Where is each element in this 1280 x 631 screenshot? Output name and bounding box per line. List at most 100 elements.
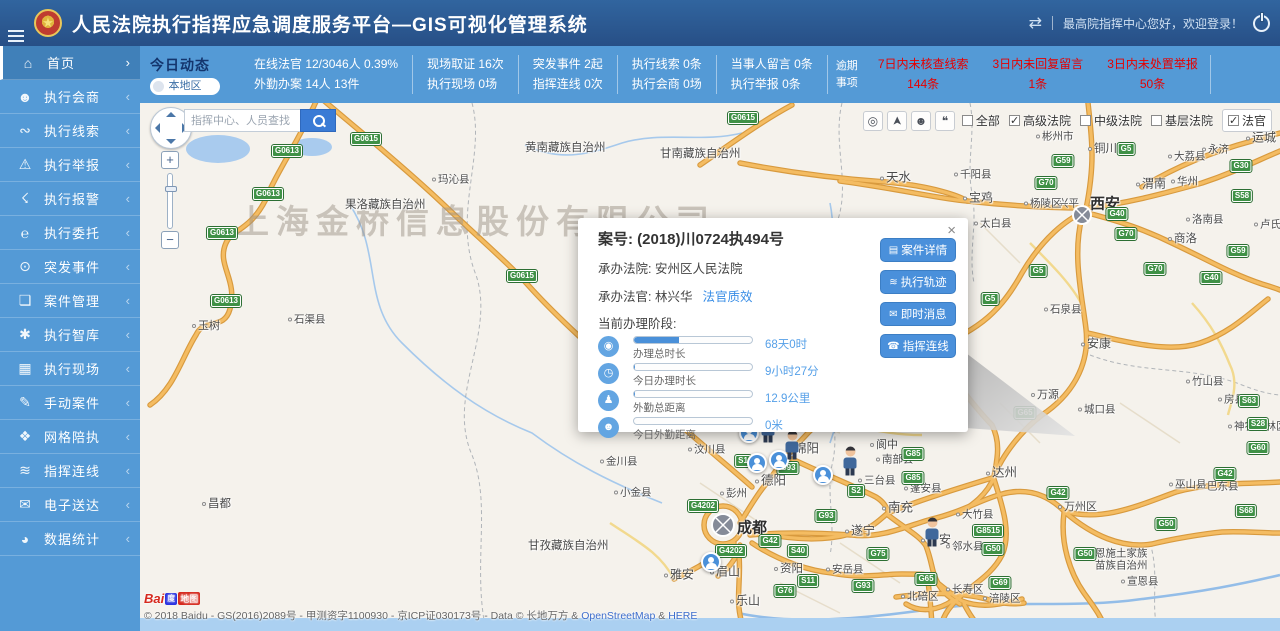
legend-tool-icon[interactable]: ➤ [887, 111, 907, 131]
checkbox-box[interactable] [1080, 115, 1091, 126]
handling-judge: 承办法官: 林兴华 [598, 290, 692, 304]
sidebar-item[interactable]: ∾ 执行线索 ‹ [0, 114, 140, 148]
sidebar-item-icon: ⚠ [12, 156, 38, 173]
legend-checkbox[interactable]: 全部 [962, 109, 1000, 132]
chevron-icon: ‹ [126, 327, 130, 342]
judge-person-marker[interactable] [843, 446, 858, 475]
metric-label: 外勤总距离 [633, 400, 753, 415]
stat-bottom: 外勤办案 14人 13件 [254, 75, 398, 94]
transfer-icon[interactable]: ⇄ [1029, 13, 1042, 33]
search-button[interactable] [300, 109, 336, 132]
legend-tool-icon[interactable]: ☻ [911, 111, 931, 131]
legend-checkbox[interactable]: 基层法院 [1151, 109, 1213, 132]
stat-top: 当事人留言 0条 [731, 55, 813, 74]
overdue-title: 3日内未处置举报 [1107, 55, 1198, 74]
stats-bar: 今日动态 本地区 在线法官 12/3046人 0.39% 外勤办案 14人 13… [140, 46, 1280, 103]
judge-badge-marker[interactable] [813, 465, 833, 485]
sidebar-item[interactable]: ⚠ 执行举报 ‹ [0, 148, 140, 182]
checkbox-box[interactable] [1228, 115, 1239, 126]
zoom-slider-knob[interactable] [165, 186, 177, 192]
sidebar-item[interactable]: ⊙ 突发事件 ‹ [0, 250, 140, 284]
chevron-icon: ‹ [126, 157, 130, 172]
metric-icon: ♟ [598, 390, 619, 411]
chevron-icon: ‹ [126, 361, 130, 376]
judge-badge-marker[interactable] [701, 552, 721, 572]
popup-action-button[interactable]: ▤ 案件详情 [880, 238, 956, 262]
metric-label: 今日办理时长 [633, 373, 753, 388]
button-label: 指挥连线 [903, 338, 949, 354]
popup-action-button[interactable]: ≋ 执行轨迹 [880, 270, 956, 294]
sidebar-item-label: 执行报警 [44, 189, 100, 208]
button-label: 执行轨迹 [901, 274, 947, 290]
close-icon[interactable]: × [947, 222, 956, 239]
case-metric-row: ◷ 今日办理时长 9小时27分 [598, 363, 968, 387]
metric-label: 今日外勤距离 [633, 427, 753, 442]
sidebar-item[interactable]: ℮ 执行委托 ‹ [0, 216, 140, 250]
stat-bottom: 执行现场 0场 [427, 75, 504, 94]
judge-person-marker[interactable] [925, 517, 940, 546]
button-label: 即时消息 [901, 306, 947, 322]
sidebar-item[interactable]: ✱ 执行智库 ‹ [0, 318, 140, 352]
app-root: ★ 人民法院执行指挥应急调度服务平台—GIS可视化管理系统 ⇄ 最高院指挥中心您… [0, 0, 1280, 631]
sidebar-item[interactable]: ❏ 案件管理 ‹ [0, 284, 140, 318]
legend-checkbox[interactable]: 高级法院 [1009, 109, 1071, 132]
metric-label: 办理总时长 [633, 346, 753, 361]
sidebar-item[interactable]: ▦ 执行现场 ‹ [0, 352, 140, 386]
sidebar-item[interactable]: ⌂ 首页 › [0, 46, 140, 80]
sidebar-item[interactable]: ≋ 指挥连线 ‹ [0, 454, 140, 488]
stat-groups: 在线法官 12/3046人 0.39% 外勤办案 14人 13件 现场取证 16… [240, 55, 828, 93]
legend-checkbox[interactable]: 中级法院 [1080, 109, 1142, 132]
stat-bottom: 指挥连线 0次 [533, 75, 603, 94]
copyright-text: © 2018 Baidu - GS(2016)2089号 - 甲测资字11009… [144, 610, 581, 622]
checkbox-box[interactable] [1151, 115, 1162, 126]
overdue-item[interactable]: 3日内未处置举报 50条 [1095, 55, 1210, 93]
legend-tool-icon[interactable]: ◎ [863, 111, 883, 131]
sidebar-item-icon: ≋ [12, 462, 38, 479]
sidebar-item-label: 网格陪执 [44, 427, 100, 446]
zoom-out-button[interactable]: − [161, 231, 179, 249]
person-head [845, 446, 855, 456]
judge-badge-marker[interactable] [747, 453, 767, 473]
menu-hamburger-icon[interactable] [8, 30, 24, 43]
zoom-in-button[interactable]: + [161, 151, 179, 169]
checkbox-box[interactable] [1009, 115, 1020, 126]
sidebar-item-icon: ℮ [12, 225, 38, 241]
stat-group: 当事人留言 0条 执行举报 0条 [717, 55, 828, 93]
checkbox-box[interactable] [962, 115, 973, 126]
popup-action-button[interactable]: ✉ 即时消息 [880, 302, 956, 326]
welcome-text: 最高院指挥中心您好，欢迎登录！ [1063, 15, 1243, 32]
chevron-icon: ‹ [126, 89, 130, 104]
overdue-item[interactable]: 7日内未核查线索 144条 [866, 55, 981, 93]
sidebar-item[interactable]: ✉ 电子送达 ‹ [0, 488, 140, 522]
court-emblem-logo: ★ [34, 9, 62, 37]
chevron-icon: ‹ [126, 225, 130, 240]
sidebar-item-icon: ✱ [12, 326, 38, 343]
metric-progress-bar [633, 336, 753, 344]
sidebar-item[interactable]: ❖ 网格陪执 ‹ [0, 420, 140, 454]
overdue-item[interactable]: 3日内未回复留言 1条 [981, 55, 1096, 93]
overdue-count: 50条 [1107, 75, 1198, 94]
map-canvas[interactable]: 上海金桥信息股份有限公司 黄南藏族自治州甘南藏族自治州玛沁县果洛藏族自治州玉树石… [140, 103, 1280, 631]
sidebar-item[interactable]: ◕ 数据统计 ‹ [0, 522, 140, 556]
popup-action-button[interactable]: ☎ 指挥连线 [880, 334, 956, 358]
sidebar-item-label: 首页 [47, 53, 75, 72]
logout-power-icon[interactable] [1253, 15, 1270, 32]
sidebar-item[interactable]: ☻ 执行会商 ‹ [0, 80, 140, 114]
metric-icon: ☻ [598, 417, 619, 438]
search-input[interactable] [184, 109, 300, 132]
sidebar-item-label: 案件管理 [44, 291, 100, 310]
legend-tool-icon[interactable]: ❝ [935, 111, 955, 131]
osm-link[interactable]: OpenStreetMap [581, 610, 655, 622]
here-link[interactable]: HERE [668, 610, 697, 622]
checkbox-label: 全部 [976, 112, 1000, 129]
sidebar-item-icon: ☻ [12, 89, 38, 105]
chevron-icon: ‹ [126, 259, 130, 274]
region-toggle[interactable]: 本地区 [150, 78, 220, 95]
sidebar-item[interactable]: ☇ 执行报警 ‹ [0, 182, 140, 216]
judge-performance-link[interactable]: 法官质效 [702, 290, 752, 304]
chevron-icon: ‹ [126, 429, 130, 444]
zoom-slider[interactable] [167, 173, 173, 229]
button-icon: ≋ [889, 277, 897, 288]
legend-checkbox[interactable]: 法官 [1222, 109, 1272, 132]
sidebar-item[interactable]: ✎ 手动案件 ‹ [0, 386, 140, 420]
